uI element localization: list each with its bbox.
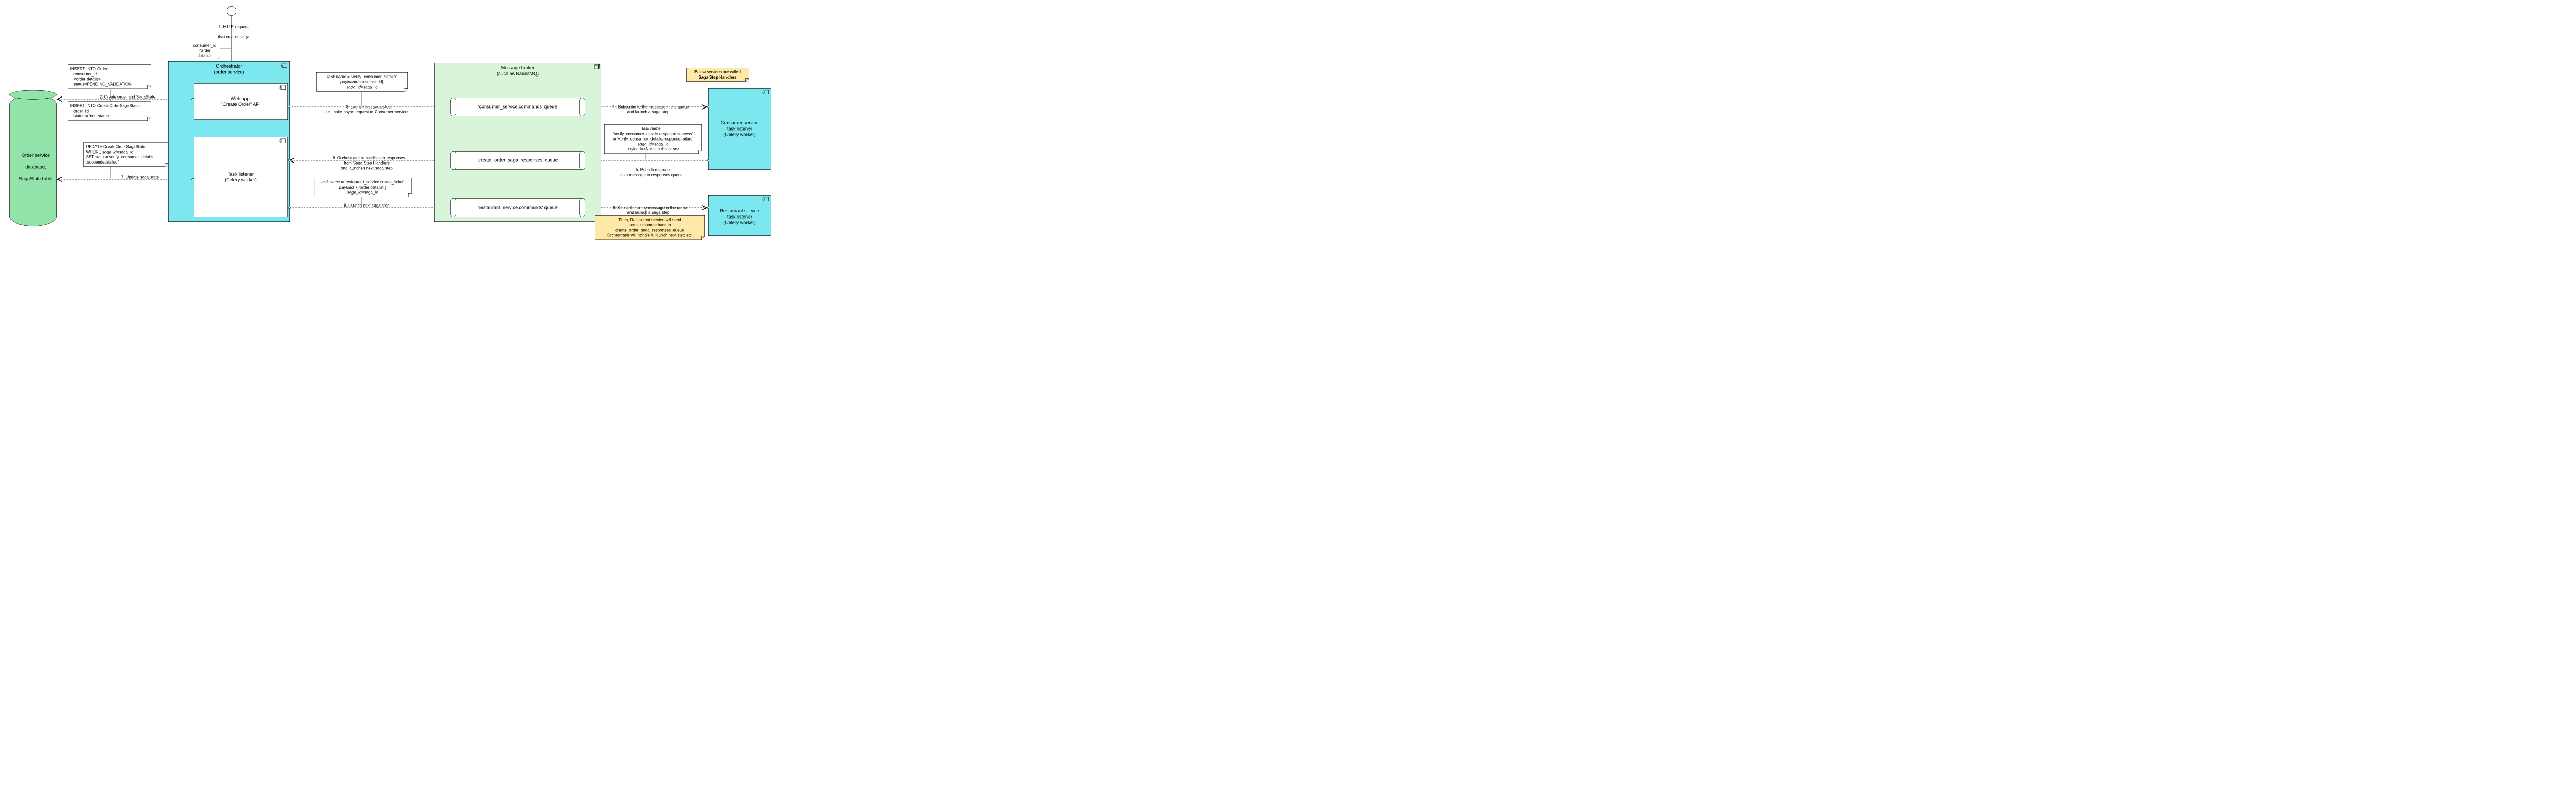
step-2-label: 2. Create order and SagaState [88, 94, 167, 100]
note-insert-order: INSERT INTO Order: consumer_id <order de… [68, 64, 151, 89]
web-app-component: Web app. "Create Order" API [194, 83, 288, 120]
queue-restaurant-commands: 'restaurant_service.commands' queue [450, 198, 585, 217]
component-icon [281, 139, 286, 143]
node-icon [594, 65, 599, 69]
component-icon [764, 197, 769, 201]
step-6-label: 6. Orchestrator subscribes to responsesf… [307, 150, 426, 176]
note-task-verify: task name = 'verify_consumer_details' pa… [316, 72, 408, 91]
restaurant-service-label: Restaurant service task listener (Celery… [709, 208, 771, 226]
restaurant-service-component: Restaurant service task listener (Celery… [708, 195, 771, 236]
port-icon [288, 159, 291, 161]
queue-saga-responses: 'create_order_saga_responses' queue [450, 151, 585, 170]
component-icon [764, 90, 769, 94]
port-icon [707, 159, 709, 161]
port-icon [288, 207, 291, 209]
note-task-response: task name = 'verify_consumer_details.res… [604, 124, 702, 154]
port-icon [191, 178, 194, 180]
step-4-label: 4 . Subscribe to the message in the queu… [593, 99, 703, 120]
step-7-label: 7. Update saga state [101, 175, 179, 180]
port-icon [707, 207, 709, 209]
task-listener-component: Task listener (Celery worker) [194, 137, 288, 217]
component-icon [281, 85, 286, 90]
note-task-ticket: task name = 'restaurant_service.create_t… [314, 178, 412, 197]
input-note: consumer_id <order details> [189, 41, 220, 60]
step-8-label: 8. Launch next saga step [323, 203, 411, 208]
consumer-service-component: Consumer service task listener (Celery w… [708, 88, 771, 170]
note-update-saga: UPDATE CreateOrderSagaState WHERE saga_i… [83, 143, 168, 167]
database-label: Order service database, SagaState table [9, 146, 57, 188]
note-insert-saga: INSERT INTO CreateOrderSagaState: order_… [68, 102, 151, 121]
step-9-label: 9. Subscribe to the message in the queue… [593, 200, 703, 220]
orchestrator-title: Orchestrator (order service) [169, 63, 290, 75]
port-icon [191, 98, 194, 100]
component-icon [282, 63, 287, 68]
queue-consumer-commands: 'consumer_service.commands' queue [450, 98, 585, 116]
actor-icon [227, 6, 236, 16]
consumer-service-label: Consumer service task listener (Celery w… [709, 120, 771, 138]
port-icon [707, 106, 709, 108]
step-5-label: 5. Publish responseas a message to respo… [601, 162, 702, 182]
port-icon [287, 106, 290, 108]
saga-step-handlers-note: Below services are called Saga Step Hand… [686, 68, 749, 82]
step-3-label: 3. Launch first saga step,i.e. make asyn… [304, 99, 430, 120]
diagram-canvas: 1. HTTP request that creates saga consum… [0, 0, 773, 240]
message-broker-title: Message broker (such as RabbitMQ) [435, 65, 601, 77]
